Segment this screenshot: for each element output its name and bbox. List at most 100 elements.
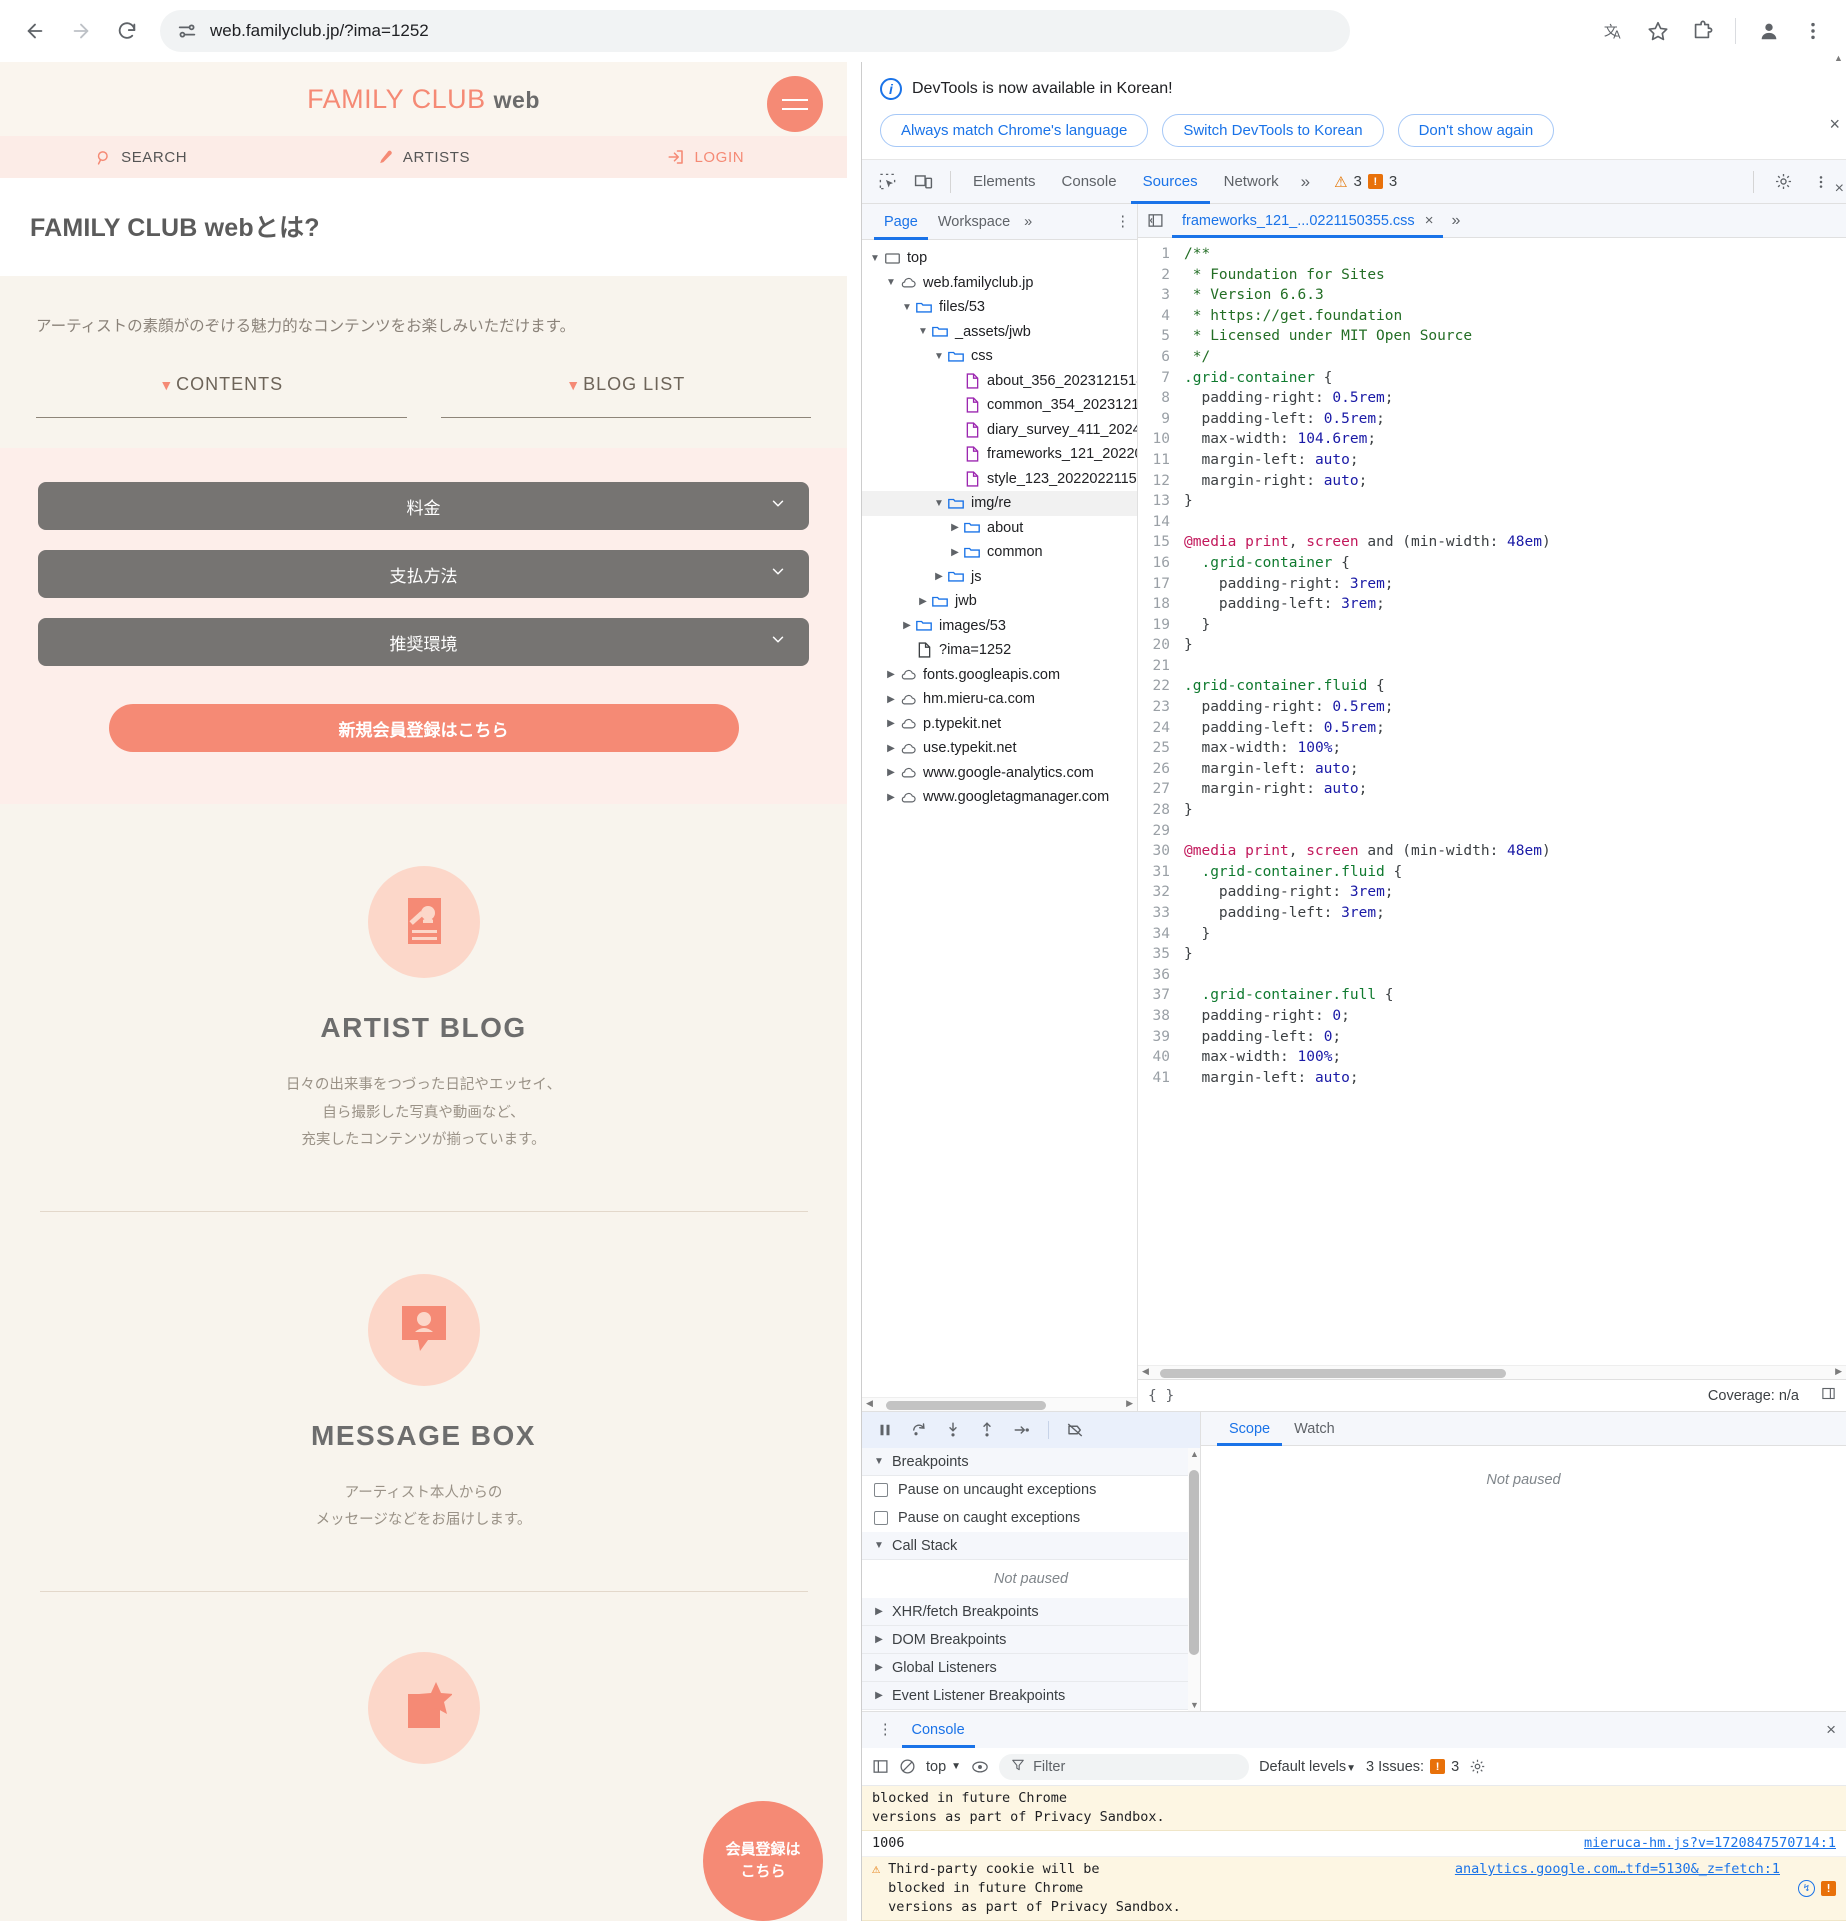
tree-expanded-icon[interactable]: ▼ [868,253,882,264]
tree-expanded-icon[interactable]: ▼ [932,498,946,509]
issue-square-icon[interactable]: ! [1821,1881,1836,1896]
gear-icon[interactable] [1766,167,1800,197]
file-tree-node[interactable]: ▼ img/re [862,491,1137,516]
accordion-environment[interactable]: 推奨環境 [38,618,809,666]
tree-collapsed-icon[interactable]: ▶ [884,694,898,705]
tree-collapsed-icon[interactable]: ▶ [884,743,898,754]
tree-expanded-icon[interactable]: ▼ [884,277,898,288]
checkbox[interactable] [874,1483,888,1497]
breakpoints-scrollbar[interactable]: ▲ ▼ [1188,1448,1200,1711]
more-tabs-icon[interactable]: » [1293,172,1318,192]
file-tree-node[interactable]: ▶ p.typekit.net [862,712,1137,737]
back-button[interactable] [14,10,56,52]
scroll-up-arrow[interactable]: ▲ [1190,1449,1199,1459]
line-number[interactable]: 40 [1138,1047,1184,1068]
scroll-left-arrow[interactable]: ◀ [1142,1366,1149,1377]
line-number[interactable]: 41 [1138,1068,1184,1089]
line-number[interactable]: 8 [1138,388,1184,409]
line-number[interactable]: 2 [1138,265,1184,286]
debugger-section-header[interactable]: ▼ Breakpoints [862,1448,1200,1476]
code-editor[interactable]: 1/** 2 * Foundation for Sites 3 * Version … [1138,238,1846,1365]
scroll-right-arrow[interactable]: ▶ [1126,1398,1133,1409]
editor-more-tabs-icon[interactable]: » [1443,212,1468,230]
tree-expanded-icon[interactable]: ▼ [932,351,946,362]
tab-elements[interactable]: Elements [961,160,1048,204]
tree-collapsed-icon[interactable]: ▶ [932,571,946,582]
debugger-section-header[interactable]: ▶ XHR/fetch Breakpoints [862,1598,1200,1626]
translate-icon[interactable]: 文A [1595,12,1633,50]
line-number[interactable]: 12 [1138,471,1184,492]
line-number[interactable]: 39 [1138,1027,1184,1048]
device-toolbar-icon[interactable] [906,167,940,197]
line-number[interactable]: 22 [1138,676,1184,697]
tree-collapsed-icon[interactable]: ▶ [884,718,898,729]
tab-scope[interactable]: Scope [1217,1412,1282,1446]
navigator-menu-icon[interactable]: ⋮ [1116,214,1130,230]
file-tree-node[interactable]: ▶ fonts.googleapis.com [862,663,1137,688]
step-into-icon[interactable] [944,1421,962,1439]
file-tree-node[interactable]: common_354_2023121 [862,393,1137,418]
tree-collapsed-icon[interactable]: ▶ [874,1662,884,1673]
close-tab-icon[interactable]: × [1425,212,1434,229]
line-number[interactable]: 35 [1138,944,1184,965]
line-number[interactable]: 1 [1138,244,1184,265]
console-filter-input[interactable]: Filter [999,1753,1250,1780]
tab-console[interactable]: Console [1050,160,1129,204]
chrome-menu-icon[interactable] [1794,12,1832,50]
scroll-down-arrow[interactable]: ▼ [1190,1700,1199,1710]
file-tree-node[interactable]: diary_survey_411_2024 [862,418,1137,443]
deactivate-breakpoints-icon[interactable] [1065,1421,1085,1439]
file-tree-node[interactable]: ▶ images/53 [862,614,1137,639]
console-levels-selector[interactable]: Default levels▼ [1259,1759,1356,1775]
tab-sources[interactable]: Sources [1131,160,1210,204]
file-tree-node[interactable]: style_123_2022022115 [862,467,1137,492]
breakpoint-checkbox-row[interactable]: Pause on caught exceptions [862,1504,1200,1532]
navigator-tab-page[interactable]: Page [874,204,928,240]
extensions-icon[interactable] [1683,12,1721,50]
tree-expanded-icon[interactable]: ▼ [916,326,930,337]
dont-show-again-button[interactable]: Don't show again [1397,114,1555,147]
console-issues-button[interactable]: 3 Issues: ! 3 [1366,1759,1459,1775]
tree-collapsed-icon[interactable]: ▶ [948,547,962,558]
accordion-fee[interactable]: 料金 [38,482,809,530]
line-number[interactable]: 38 [1138,1006,1184,1027]
anchor-blog-list[interactable]: ▼ BLOG LIST [440,374,811,418]
always-match-language-button[interactable]: Always match Chrome's language [880,114,1149,147]
line-number[interactable]: 37 [1138,985,1184,1006]
file-tree-node[interactable]: about_356_2023121518 [862,369,1137,394]
site-logo[interactable]: FAMILY CLUB web [307,84,540,115]
line-number[interactable]: 17 [1138,574,1184,595]
line-number[interactable]: 28 [1138,800,1184,821]
checkbox[interactable] [874,1511,888,1525]
tab-watch[interactable]: Watch [1282,1412,1347,1446]
editor-tab-frameworks-css[interactable]: frameworks_121_...0221150355.css × [1172,204,1443,238]
hamburger-menu-button[interactable] [767,76,823,132]
line-number[interactable]: 33 [1138,903,1184,924]
file-tree-node[interactable]: ▼ files/53 [862,295,1137,320]
forward-button[interactable] [60,10,102,52]
tree-collapsed-icon[interactable]: ▶ [874,1634,884,1645]
navigator-tab-workspace[interactable]: Workspace [928,204,1020,240]
tab-network[interactable]: Network [1212,160,1291,204]
line-number[interactable]: 14 [1138,512,1184,533]
line-number[interactable]: 25 [1138,738,1184,759]
tree-collapsed-icon[interactable]: ▶ [884,669,898,680]
line-number[interactable]: 7 [1138,368,1184,389]
anchor-contents[interactable]: ▼ CONTENTS [36,374,407,418]
switch-devtools-language-button[interactable]: Switch DevTools to Korean [1162,114,1384,147]
floating-signup-button[interactable]: 会員登録は こちら [703,1801,823,1921]
editor-hscrollbar[interactable]: ◀ ▶ [1138,1365,1846,1379]
tree-collapsed-icon[interactable]: ▶ [874,1690,884,1701]
tree-collapsed-icon[interactable]: ▶ [916,596,930,607]
tree-collapsed-icon[interactable]: ▶ [884,767,898,778]
file-tree-node[interactable]: ▶ www.googletagmanager.com [862,785,1137,810]
debugger-section-header[interactable]: ▼ Call Stack [862,1532,1200,1560]
line-number[interactable]: 29 [1138,821,1184,842]
file-tree-node[interactable]: ?ima=1252 [862,638,1137,663]
tree-expanded-icon[interactable]: ▼ [874,1456,884,1467]
line-number[interactable]: 30 [1138,841,1184,862]
line-number[interactable]: 6 [1138,347,1184,368]
line-number[interactable]: 19 [1138,615,1184,636]
line-number[interactable]: 24 [1138,718,1184,739]
line-number[interactable]: 3 [1138,285,1184,306]
